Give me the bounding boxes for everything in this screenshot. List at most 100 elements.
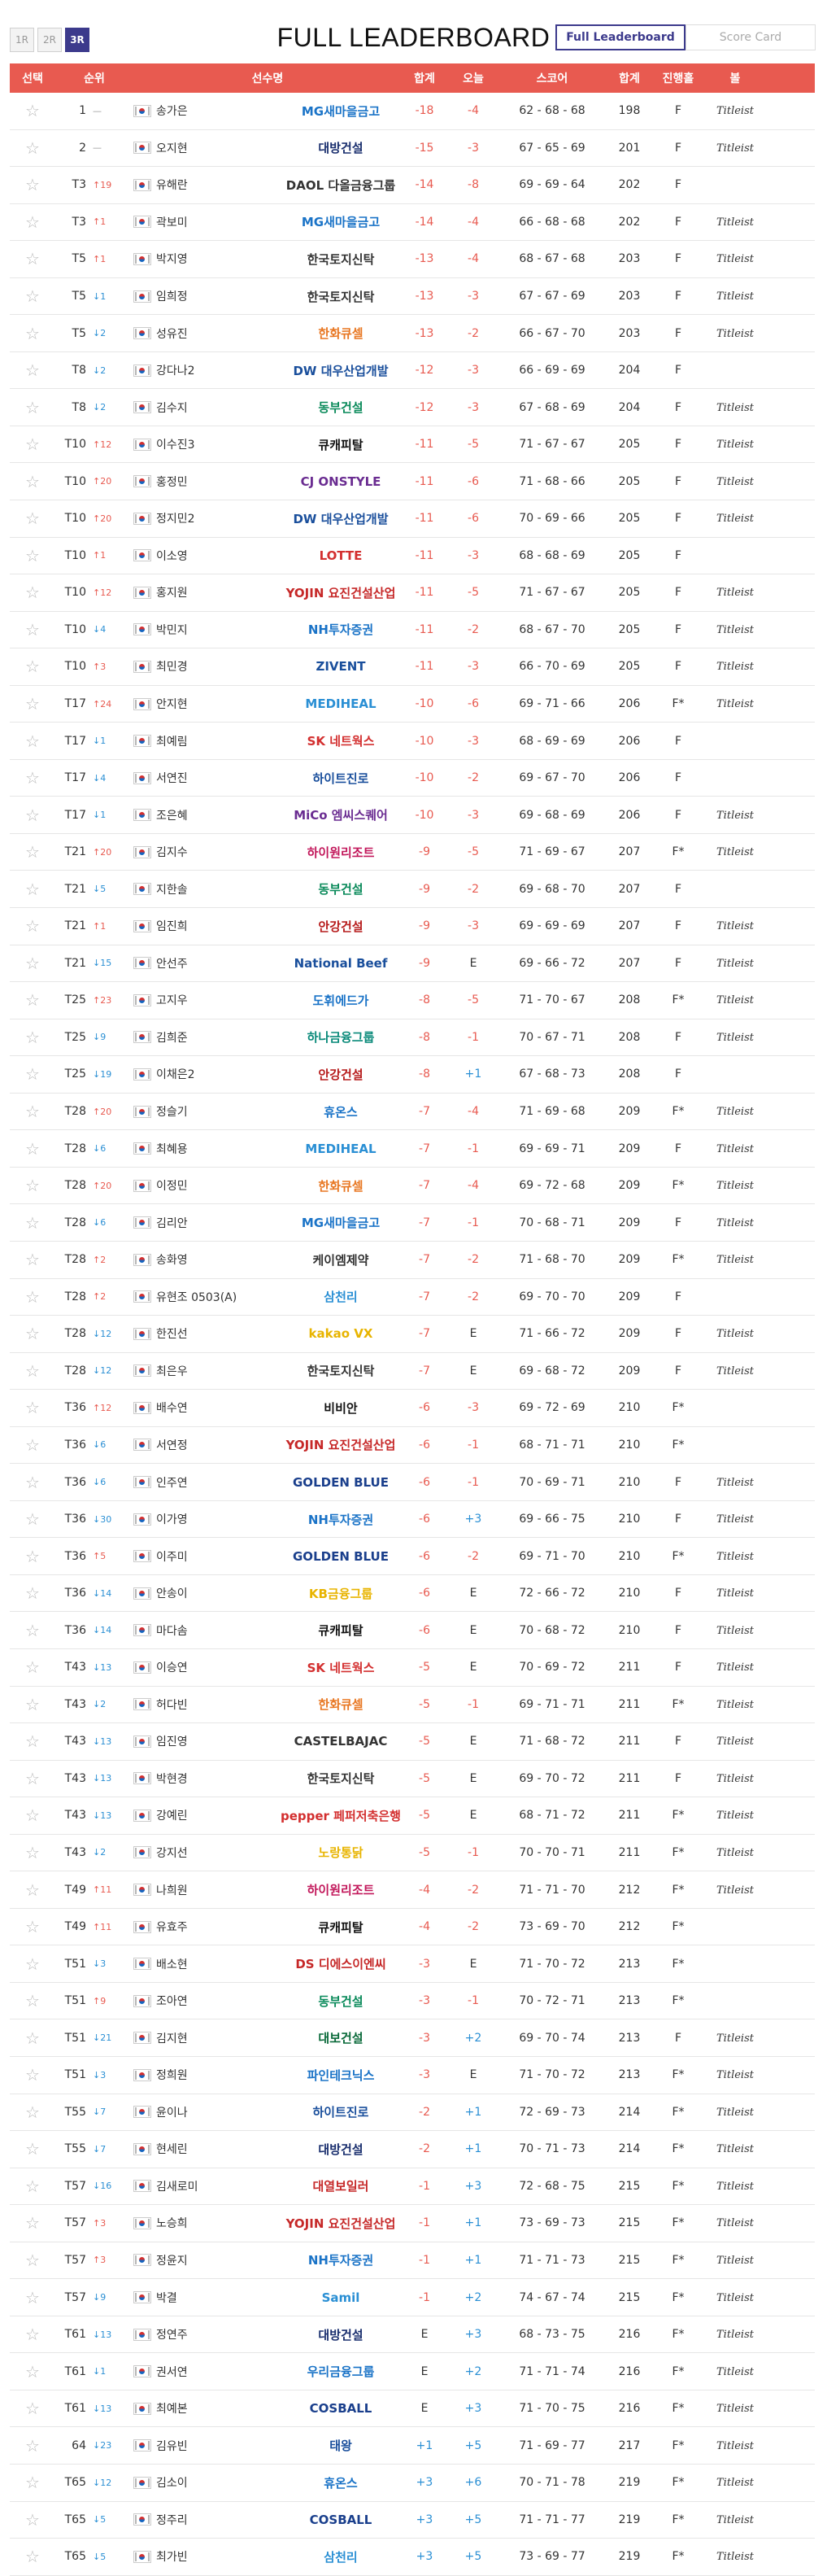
table-row[interactable]: ☆ T49 ↑11 유효주 큐캐피탈 -4 -2 73 - 69 - 70 21… (10, 1909, 815, 1946)
star-icon[interactable]: ☆ (25, 1917, 40, 1936)
table-row[interactable]: ☆ T25 ↓9 김희준 하나금융그룹 -8 -1 70 - 67 - 71 2… (10, 1019, 815, 1057)
table-row[interactable]: ☆ T43 ↓2 허다빈 한화큐셀 -5 -1 69 - 71 - 71 211… (10, 1687, 815, 1724)
table-row[interactable]: ☆ T10 ↓4 박민지 NH투자증권 -11 -2 68 - 67 - 70 … (10, 612, 815, 649)
player-name[interactable]: 안지현 (156, 696, 262, 712)
player-name[interactable]: 박결 (156, 2290, 262, 2306)
table-row[interactable]: ☆ T28 ↓6 최혜용 MEDIHEAL -7 -1 69 - 69 - 71… (10, 1130, 815, 1168)
table-row[interactable]: ☆ T25 ↓19 이채은2 안강건설 -8 +1 67 - 68 - 73 2… (10, 1056, 815, 1094)
star-icon[interactable]: ☆ (25, 731, 40, 751)
player-name[interactable]: 최민경 (156, 658, 262, 675)
player-name[interactable]: 노승희 (156, 2215, 262, 2231)
table-row[interactable]: ☆ T36 ↓30 이가영 NH투자증권 -6 +3 69 - 66 - 75 … (10, 1501, 815, 1539)
table-row[interactable]: ☆ T57 ↑3 정윤지 NH투자증권 -1 +1 71 - 71 - 73 2… (10, 2242, 815, 2280)
star-icon[interactable]: ☆ (25, 657, 40, 676)
player-name[interactable]: 이채은2 (156, 1066, 262, 1082)
star-icon[interactable]: ☆ (25, 175, 40, 194)
table-row[interactable]: ☆ T10 ↑20 홍정민 CJ ONSTYLE -11 -6 71 - 68 … (10, 463, 815, 501)
table-row[interactable]: ☆ T51 ↑9 조아연 동부건설 -3 -1 70 - 72 - 71 213… (10, 1983, 815, 2020)
player-name[interactable]: 이정민 (156, 1177, 262, 1194)
star-icon[interactable]: ☆ (25, 2065, 40, 2085)
table-row[interactable]: ☆ T17 ↓1 최예림 SK 네트웍스 -10 -3 68 - 69 - 69… (10, 723, 815, 760)
table-row[interactable]: ☆ T5 ↓1 임희정 한국토지신탁 -13 -3 67 - 67 - 69 2… (10, 278, 815, 316)
star-icon[interactable]: ☆ (25, 2547, 40, 2566)
table-row[interactable]: ☆ T61 ↓1 권서연 우리금융그룹 E +2 71 - 71 - 74 21… (10, 2353, 815, 2390)
star-icon[interactable]: ☆ (25, 694, 40, 714)
star-icon[interactable]: ☆ (25, 472, 40, 491)
player-name[interactable]: 최은우 (156, 1363, 262, 1379)
table-row[interactable]: ☆ T10 ↑12 이수진3 큐캐피탈 -11 -5 71 - 67 - 67 … (10, 426, 815, 464)
player-name[interactable]: 곽보미 (156, 214, 262, 230)
player-name[interactable]: 강다나2 (156, 362, 262, 378)
table-row[interactable]: ☆ T36 ↓14 안송이 KB금융그룹 -6 E 72 - 66 - 72 2… (10, 1575, 815, 1613)
star-icon[interactable]: ☆ (25, 806, 40, 825)
table-row[interactable]: ☆ T43 ↓13 임진영 CASTELBAJAC -5 E 71 - 68 -… (10, 1723, 815, 1761)
star-icon[interactable]: ☆ (25, 2251, 40, 2270)
table-row[interactable]: ☆ T36 ↓14 마다솜 큐캐피탈 -6 E 70 - 68 - 72 210… (10, 1612, 815, 1649)
table-row[interactable]: ☆ T43 ↓13 강예린 pepper 페퍼저축은행 -5 E 68 - 71… (10, 1797, 815, 1835)
player-name[interactable]: 윤이나 (156, 2104, 262, 2120)
table-row[interactable]: ☆ T36 ↑5 이주미 GOLDEN BLUE -6 -2 69 - 71 -… (10, 1538, 815, 1575)
star-icon[interactable]: ☆ (25, 1843, 40, 1862)
player-name[interactable]: 안송이 (156, 1585, 262, 1601)
player-name[interactable]: 성유진 (156, 325, 262, 342)
player-name[interactable]: 강지선 (156, 1845, 262, 1861)
star-icon[interactable]: ☆ (25, 1547, 40, 1566)
table-row[interactable]: ☆ T17 ↓1 조은혜 MiCo 엠씨스퀘어 -10 -3 69 - 68 -… (10, 797, 815, 834)
player-name[interactable]: 유현조 0503(A) (156, 1289, 262, 1305)
table-row[interactable]: ☆ T21 ↓5 지한솔 동부건설 -9 -2 69 - 68 - 70 207… (10, 871, 815, 909)
player-name[interactable]: 김유빈 (156, 2438, 262, 2454)
player-name[interactable]: 최예본 (156, 2400, 262, 2417)
table-row[interactable]: ☆ T3 ↑1 곽보미 MG새마을금고 -14 -4 66 - 68 - 68 … (10, 204, 815, 242)
table-row[interactable]: ☆ T36 ↓6 서연정 YOJIN 요진건설산업 -6 -1 68 - 71 … (10, 1427, 815, 1465)
player-name[interactable]: 박민지 (156, 622, 262, 638)
table-row[interactable]: ☆ T17 ↓4 서연진 하이트진로 -10 -2 69 - 67 - 70 2… (10, 760, 815, 797)
table-row[interactable]: ☆ T8 ↓2 강다나2 DW 대우산업개발 -12 -3 66 - 69 - … (10, 352, 815, 390)
player-name[interactable]: 홍정민 (156, 474, 262, 490)
star-icon[interactable]: ☆ (25, 546, 40, 565)
player-name[interactable]: 김리안 (156, 1215, 262, 1231)
player-name[interactable]: 권서연 (156, 2364, 262, 2380)
player-name[interactable]: 안선주 (156, 955, 262, 971)
star-icon[interactable]: ☆ (25, 324, 40, 343)
table-row[interactable]: ☆ T65 ↓5 최가빈 삼천리 +3 +5 73 - 69 - 77 219 … (10, 2539, 815, 2576)
table-row[interactable]: ☆ T10 ↑20 정지민2 DW 대우산업개발 -11 -6 70 - 69 … (10, 500, 815, 538)
table-row[interactable]: ☆ T28 ↑2 송화영 케이엠제약 -7 -2 71 - 68 - 70 20… (10, 1242, 815, 1279)
player-name[interactable]: 지한솔 (156, 881, 262, 897)
table-row[interactable]: ☆ T28 ↓12 한진선 kakao VX -7 E 71 - 66 - 72… (10, 1316, 815, 1353)
table-row[interactable]: ☆ T43 ↓13 이승연 SK 네트웍스 -5 E 70 - 69 - 72 … (10, 1649, 815, 1687)
table-row[interactable]: ☆ T57 ↑3 노승희 YOJIN 요진건설산업 -1 +1 73 - 69 … (10, 2205, 815, 2242)
player-name[interactable]: 김소이 (156, 2474, 262, 2491)
player-name[interactable]: 유해란 (156, 177, 262, 193)
star-icon[interactable]: ☆ (25, 1361, 40, 1381)
star-icon[interactable]: ☆ (25, 2028, 40, 2048)
player-name[interactable]: 송화영 (156, 1251, 262, 1268)
player-name[interactable]: 조은혜 (156, 807, 262, 823)
player-name[interactable]: 최예림 (156, 733, 262, 749)
player-name[interactable]: 배수연 (156, 1399, 262, 1416)
player-name[interactable]: 최가빈 (156, 2548, 262, 2565)
star-icon[interactable]: ☆ (25, 1805, 40, 1825)
player-name[interactable]: 정지민2 (156, 510, 262, 526)
table-row[interactable]: ☆ T51 ↓21 김지현 대보건설 -3 +2 69 - 70 - 74 21… (10, 2019, 815, 2057)
player-name[interactable]: 이주미 (156, 1548, 262, 1565)
star-icon[interactable]: ☆ (25, 1324, 40, 1343)
round-1-button[interactable]: 1R (10, 28, 34, 52)
table-row[interactable]: ☆ T28 ↑2 유현조 0503(A) 삼천리 -7 -2 69 - 70 -… (10, 1279, 815, 1316)
star-icon[interactable]: ☆ (25, 1435, 40, 1455)
player-name[interactable]: 임진희 (156, 918, 262, 934)
star-icon[interactable]: ☆ (25, 2102, 40, 2122)
table-row[interactable]: ☆ T36 ↓6 인주연 GOLDEN BLUE -6 -1 70 - 69 -… (10, 1464, 815, 1501)
table-row[interactable]: ☆ T10 ↑3 최민경 ZIVENT -11 -3 66 - 70 - 69 … (10, 648, 815, 686)
player-name[interactable]: 마다솜 (156, 1622, 262, 1639)
player-name[interactable]: 오지현 (156, 140, 262, 156)
star-icon[interactable]: ☆ (25, 1731, 40, 1751)
table-row[interactable]: ☆ 64 ↓23 김유빈 태왕 +1 +5 71 - 69 - 77 217 F… (10, 2427, 815, 2465)
table-row[interactable]: ☆ T57 ↓9 박결 Samil -1 +2 74 - 67 - 74 215… (10, 2279, 815, 2316)
player-name[interactable]: 강예린 (156, 1807, 262, 1823)
round-2-button[interactable]: 2R (37, 28, 62, 52)
star-icon[interactable]: ☆ (25, 583, 40, 602)
player-name[interactable]: 김새로미 (156, 2178, 262, 2194)
star-icon[interactable]: ☆ (25, 2510, 40, 2530)
player-name[interactable]: 허다빈 (156, 1696, 262, 1713)
player-name[interactable]: 최혜용 (156, 1141, 262, 1157)
